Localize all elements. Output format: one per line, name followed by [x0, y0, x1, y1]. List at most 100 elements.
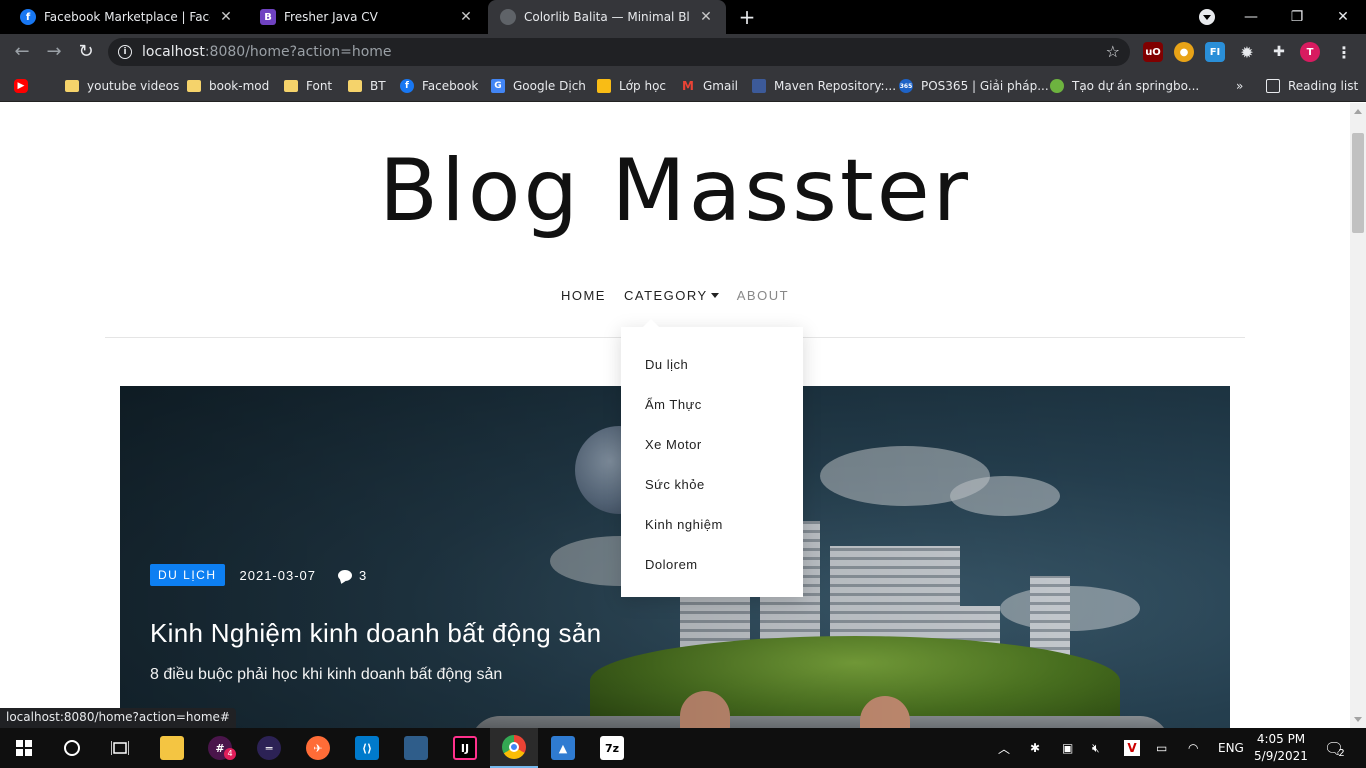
minimize-button[interactable]: — [1228, 0, 1274, 34]
intellij-icon: IJ [453, 736, 477, 760]
close-icon[interactable]: ✕ [458, 9, 474, 25]
site-title[interactable]: Blog Masster [0, 141, 1350, 241]
tab-search-icon[interactable] [1199, 9, 1215, 25]
browser-toolbar: ← → ↻ i localhost:8080/home?action=home … [0, 34, 1366, 70]
taskbar-sql-developer[interactable] [392, 728, 440, 768]
web-page: Blog Masster HOME CATEGORY ABOUT DU LỊCH… [0, 103, 1350, 728]
facebook-icon: f [400, 79, 414, 93]
info-icon[interactable]: i [118, 45, 132, 59]
category-item-kinh-nghiem[interactable]: Kinh nghiệm [621, 517, 803, 557]
extensions-puzzle-icon[interactable]: ✚ [1269, 42, 1289, 62]
bookmark-pos365[interactable]: 365 POS365 | Giải pháp... [899, 76, 1049, 96]
bookmark-star-icon[interactable]: ☆ [1106, 42, 1120, 61]
bookmark-maven[interactable]: Maven Repository:... [752, 76, 896, 96]
bookmark-label: Maven Repository:... [774, 79, 897, 93]
meet-now-icon[interactable]: ▣ [1062, 728, 1073, 768]
category-item-dolorem[interactable]: Dolorem [621, 557, 803, 597]
folder-icon [348, 80, 362, 92]
bookmark-spring[interactable]: Tạo dự án springbo... [1050, 76, 1199, 96]
bootstrap-icon: B [260, 9, 276, 25]
search-button[interactable] [48, 728, 96, 768]
bookmark-facebook[interactable]: f Facebook [400, 76, 478, 96]
new-tab-button[interactable]: + [736, 6, 758, 28]
taskbar-7zip[interactable]: 7z [588, 728, 636, 768]
taskbar-eclipse[interactable]: ═ [245, 728, 293, 768]
back-button[interactable]: ← [10, 40, 34, 64]
category-item-am-thuc[interactable]: Ẩm Thực [621, 397, 803, 437]
notification-center-button[interactable]: 🗨︎ 2 [1324, 728, 1345, 768]
caret-down-icon [710, 293, 719, 298]
taskbar-vscode[interactable]: ⟨⟩ [343, 728, 391, 768]
nav-home[interactable]: HOME [561, 288, 606, 303]
close-icon[interactable]: ✕ [218, 9, 234, 25]
volume-muted-icon[interactable]: 🔇︎ [1092, 728, 1100, 768]
close-icon[interactable]: ✕ [698, 9, 714, 25]
start-button[interactable] [0, 728, 48, 768]
vscode-icon: ⟨⟩ [355, 736, 379, 760]
bookmark-book-mod[interactable]: book-mod [187, 76, 269, 96]
bookmark-youtube[interactable]: ▶ [14, 76, 36, 96]
nav-category-label: CATEGORY [623, 288, 708, 303]
tab-facebook-marketplace[interactable]: f Facebook Marketplace | Facebook ✕ [8, 0, 246, 34]
taskbar-intellij[interactable]: IJ [441, 728, 489, 768]
ublock-icon[interactable]: uO [1143, 42, 1163, 62]
bookmark-gmail[interactable]: M Gmail [681, 76, 738, 96]
post-meta: DU LỊCH 2021-03-07 3 [150, 564, 367, 586]
eclipse-icon: ═ [257, 736, 281, 760]
battery-icon[interactable]: ▭ [1156, 728, 1167, 768]
system-clock[interactable]: 4:05 PM 5/9/2021 [1250, 731, 1312, 765]
restore-button[interactable]: ❐ [1274, 0, 1320, 34]
forward-button[interactable]: → [42, 40, 66, 64]
page-scrollbar[interactable] [1350, 103, 1366, 728]
scroll-thumb[interactable] [1352, 133, 1364, 233]
bookmark-label: Facebook [422, 79, 479, 93]
bookmarks-bar: ▶ youtube videos book-mod Font BT f Faceb… [0, 70, 1366, 102]
address-bar[interactable]: i localhost:8080/home?action=home ☆ [108, 38, 1130, 66]
category-item-xe-motor[interactable]: Xe Motor [621, 437, 803, 477]
url-text: localhost:8080/home?action=home [142, 44, 392, 60]
bookmark-youtube-videos[interactable]: youtube videos [65, 76, 179, 96]
language-indicator[interactable]: ENG [1218, 728, 1244, 768]
wifi-icon[interactable]: ◠ [1188, 728, 1198, 768]
notification-count: 2 [1338, 747, 1345, 759]
slack-tray-icon[interactable]: ✱ [1030, 728, 1040, 768]
fontface-ninja-icon[interactable]: FI [1205, 42, 1225, 62]
category-item-suc-khoe[interactable]: Sức khỏe [621, 477, 803, 517]
close-window-button[interactable]: ✕ [1320, 0, 1366, 34]
category-item-du-lich[interactable]: Du lịch [621, 357, 803, 397]
nav-category[interactable]: CATEGORY [624, 288, 719, 303]
facebook-icon: f [20, 9, 36, 25]
extension-icon[interactable]: ● [1174, 42, 1194, 62]
globe-icon [500, 9, 516, 25]
more-bookmarks-button[interactable]: » [1236, 76, 1243, 96]
reading-list-button[interactable]: Reading list [1266, 76, 1358, 96]
scroll-down-icon[interactable] [1354, 717, 1362, 722]
nav-about[interactable]: ABOUT [737, 288, 789, 303]
tab-colorlib-balita[interactable]: Colorlib Balita — Minimal Blog Template … [488, 0, 726, 34]
vivaldi-tray-icon[interactable]: V [1124, 728, 1140, 768]
show-hidden-icons[interactable]: ︿ [998, 728, 1010, 768]
scroll-up-icon[interactable] [1354, 109, 1362, 114]
reload-button[interactable]: ↻ [74, 40, 98, 64]
post-title[interactable]: Kinh Nghiệm kinh doanh bất động sản [150, 618, 601, 649]
taskbar-photos[interactable]: ▲ [539, 728, 587, 768]
folder-icon [187, 80, 201, 92]
google-translate-icon: G [491, 79, 505, 93]
taskbar-postman[interactable]: ✈ [294, 728, 342, 768]
bookmark-google-dich[interactable]: G Google Dịch [491, 76, 586, 96]
bookmark-font[interactable]: Font [284, 76, 332, 96]
post-excerpt: 8 điều buộc phải học khi kinh doanh bất … [150, 666, 503, 683]
taskbar-file-explorer[interactable] [148, 728, 196, 768]
profile-avatar[interactable]: T [1300, 42, 1320, 62]
task-view-button[interactable] [96, 728, 144, 768]
youtube-icon: ▶ [14, 79, 28, 93]
bookmark-lop-hoc[interactable]: Lớp học [597, 76, 666, 96]
menu-dots-icon[interactable]: ⋮ [1334, 42, 1354, 62]
bookmark-label: Tạo dự án springbo... [1072, 79, 1200, 93]
taskbar-chrome[interactable] [490, 728, 538, 768]
taskbar-slack[interactable]: #4 [196, 728, 244, 768]
bookmark-bt[interactable]: BT [348, 76, 386, 96]
gear-icon[interactable]: ✹ [1237, 42, 1257, 62]
category-badge[interactable]: DU LỊCH [150, 564, 225, 586]
tab-fresher-java-cv[interactable]: B Fresher Java CV ✕ [248, 0, 486, 34]
